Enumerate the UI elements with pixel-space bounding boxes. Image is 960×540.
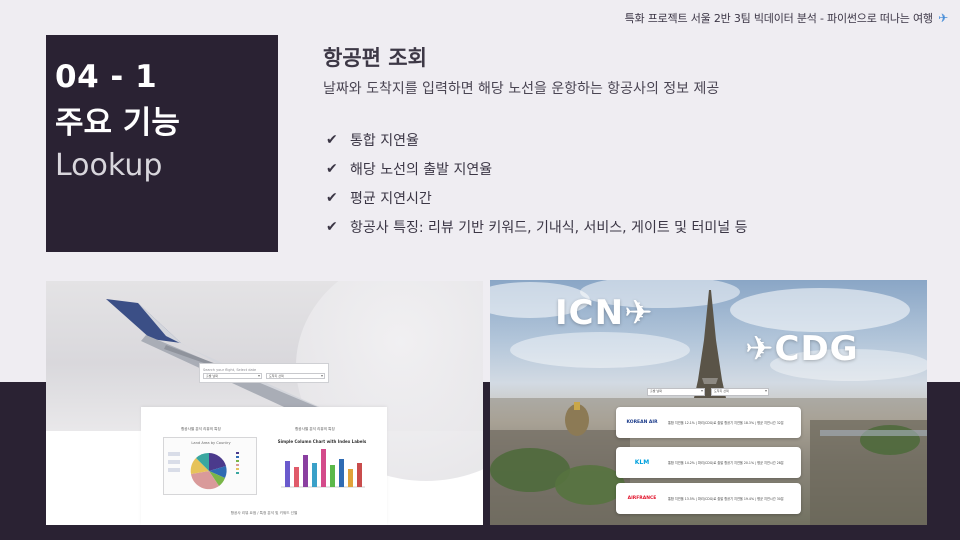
- check-icon: ✔: [326, 131, 338, 148]
- route-search-form[interactable]: 출발 날짜 도착지 선택: [647, 388, 769, 396]
- pie-chart-panel: Land Area by Country: [163, 437, 257, 495]
- checklist-item: ✔ 해당 노선의 출발 지연율: [326, 154, 747, 183]
- airline-logo: AIRFRANCE: [627, 496, 657, 501]
- bar-chart-panel: Simple Column Chart with Index Labels: [275, 437, 369, 495]
- section-box: 04 - 1 주요 기능 Lookup: [46, 35, 278, 252]
- pie-chart: [168, 452, 239, 490]
- airline-info: 통합 지연율 14.2% | 파리(CDG)로 출발 항공기 지연율 20.1%…: [668, 461, 784, 465]
- airline-logo: KOREAN AIR: [626, 420, 658, 425]
- airline-info: 통합 지연율 12.1% | 파리(CDG)로 출발 항공기 지연율 18.3%…: [668, 421, 784, 425]
- header-caption-text: 특화 프로젝트 서울 2반 3팀 빅데이터 분석 - 파이썬으로 떠나는 여행: [624, 12, 933, 25]
- header-caption: 특화 프로젝트 서울 2반 3팀 빅데이터 분석 - 파이썬으로 떠나는 여행 …: [624, 10, 949, 26]
- checklist-item: ✔ 통합 지연율: [326, 125, 747, 154]
- checklist-item-label: 평균 지연시간: [350, 190, 432, 207]
- airline-card-klm[interactable]: KLM 통합 지연율 14.2% | 파리(CDG)로 출발 항공기 지연율 2…: [616, 447, 801, 478]
- route-results-screenshot: ICN✈ ✈CDG 출발 날짜 도착지 선택 KOREAN AIR 통합 지연율…: [490, 280, 927, 525]
- airline-card-korean-air[interactable]: KOREAN AIR 통합 지연율 12.1% | 파리(CDG)로 출발 항공…: [616, 407, 801, 438]
- feature-description: 날짜와 도착지를 입력하면 해당 노선을 운항하는 항공사의 정보 제공: [323, 81, 720, 97]
- airplane-icon: ✈: [938, 11, 948, 25]
- bar-caption: 항공사별 분석 리뷰의 특징: [295, 427, 335, 431]
- airline-info: 통합 지연율 13.5% | 파리(CDG)로 출발 항공기 지연율 19.4%…: [668, 497, 784, 501]
- checklist-item: ✔ 평균 지연시간: [326, 183, 747, 212]
- section-number: 04 - 1: [55, 59, 158, 95]
- feature-title: 항공편 조회: [323, 46, 427, 70]
- airplane-icon: ✈: [624, 293, 654, 333]
- pie-chart-title: Land Area by Country: [191, 441, 231, 445]
- checklist-item: ✔ 항공사 특징: 리뷰 기반 키워드, 기내식, 서비스, 게이트 및 터미널 …: [326, 212, 747, 241]
- airline-logo: KLM: [634, 459, 650, 466]
- airplane-icon: ✈: [745, 329, 775, 369]
- results-footer: 항공사 리뷰 요점 / 특정 분석 및 키워드 선별: [230, 511, 298, 515]
- bar-chart: [281, 449, 365, 488]
- date-select[interactable]: 출발 날짜: [647, 388, 705, 396]
- date-select[interactable]: 출발 날짜: [203, 372, 262, 379]
- search-page-screenshot: Search your flight, Select date 출발 날짜 도착…: [46, 281, 483, 525]
- route-origin-label: ICN✈: [555, 293, 654, 333]
- check-icon: ✔: [326, 189, 338, 206]
- destination-select[interactable]: 도착지 선택: [266, 372, 325, 379]
- checklist-item-label: 항공사 특징: 리뷰 기반 키워드, 기내식, 서비스, 게이트 및 터미널 등: [350, 219, 748, 236]
- checklist-item-label: 해당 노선의 출발 지연율: [350, 161, 493, 178]
- route-destination-label: ✈CDG: [745, 329, 859, 369]
- pie-caption: 항공사별 분석 리뷰의 특징: [181, 427, 221, 431]
- section-subtitle: Lookup: [55, 148, 163, 183]
- feature-checklist: ✔ 통합 지연율 ✔ 해당 노선의 출발 지연율 ✔ 평균 지연시간 ✔ 항공사 특징:…: [326, 125, 747, 241]
- flight-search-form[interactable]: Search your flight, Select date 출발 날짜 도착…: [199, 363, 329, 383]
- airline-card-airfrance[interactable]: AIRFRANCE 통합 지연율 13.5% | 파리(CDG)로 출발 항공기…: [616, 483, 801, 514]
- destination-select[interactable]: 도착지 선택: [711, 388, 769, 396]
- results-card: 항공사별 분석 리뷰의 특징 항공사별 분석 리뷰의 특징 Land Area …: [141, 407, 387, 525]
- check-icon: ✔: [326, 160, 338, 177]
- checklist-item-label: 통합 지연율: [350, 132, 419, 149]
- check-icon: ✔: [326, 218, 338, 235]
- bar-chart-title: Simple Column Chart with Index Labels: [277, 439, 367, 444]
- section-title: 주요 기능: [55, 105, 180, 141]
